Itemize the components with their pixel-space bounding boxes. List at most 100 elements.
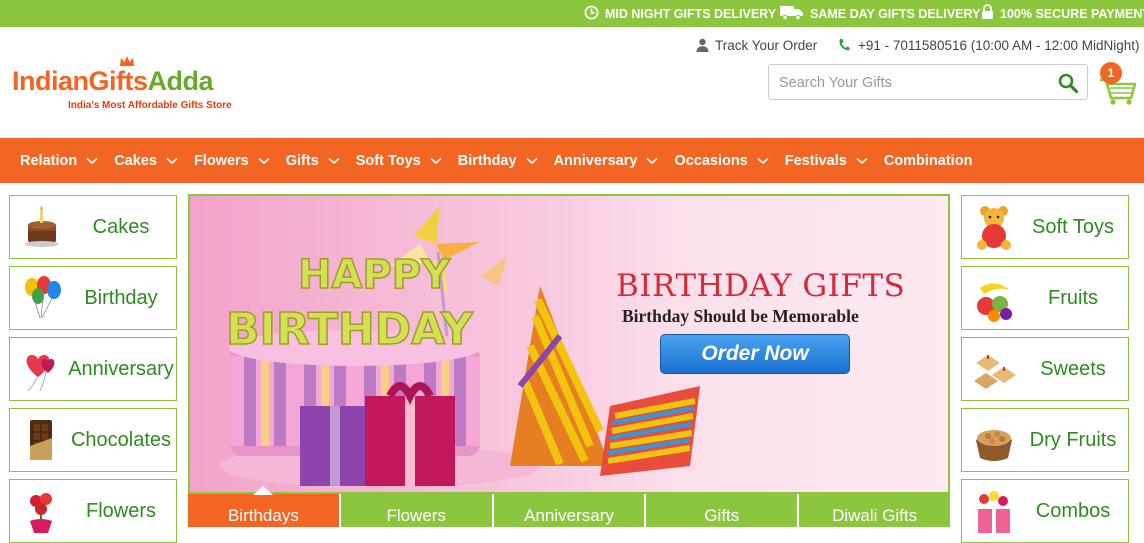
- tab-diwali-gifts[interactable]: Diwali Gifts: [799, 494, 950, 527]
- cart-button[interactable]: 1: [1098, 62, 1138, 106]
- logo-word-adda: Adda: [147, 66, 214, 96]
- nav-label: Anniversary: [553, 152, 638, 169]
- category-label: Combos: [1035, 499, 1111, 522]
- tab-gifts[interactable]: Gifts: [646, 494, 800, 527]
- category-label: Dry Fruits: [1029, 428, 1117, 451]
- nav-item-soft-toys[interactable]: Soft Toys: [356, 153, 442, 169]
- same-day-delivery-info: SAME DAY GIFTS DELIVERY: [780, 0, 980, 27]
- search-box: [768, 64, 1088, 100]
- nav-item-flowers[interactable]: Flowers: [194, 153, 270, 169]
- category-anniversary[interactable]: Anniversary: [9, 337, 177, 401]
- nav-item-anniversary[interactable]: Anniversary: [554, 153, 659, 169]
- chevron-down-icon: [258, 157, 270, 164]
- hero-banner[interactable]: HAPPY BIRTHDAY BIRTHDAY GIFTS Birthday S…: [188, 194, 950, 494]
- birthday-candle-text: BIRTHDAY: [226, 304, 474, 355]
- category-chocolates[interactable]: Chocolates: [9, 408, 177, 472]
- truck-icon: [780, 4, 804, 23]
- category-label: Sweets: [1040, 357, 1106, 380]
- happy-candle-text: HAPPY: [298, 252, 451, 298]
- category-fruits[interactable]: Fruits: [961, 266, 1129, 330]
- sweets-icon: [974, 355, 1016, 389]
- chevron-down-icon: [646, 157, 658, 164]
- fruits-icon: [977, 283, 1012, 322]
- chevron-down-icon: [526, 157, 538, 164]
- nav-label: Birthday: [457, 152, 517, 169]
- category-soft-toys[interactable]: Soft Toys: [961, 195, 1129, 259]
- lock-icon: [981, 4, 994, 23]
- category-label: Anniversary: [68, 357, 174, 380]
- balloons-icon: [25, 276, 61, 319]
- cart-count-badge: 1: [1100, 62, 1122, 84]
- tab-label: Flowers: [386, 506, 446, 525]
- nav-label: Cakes: [114, 152, 157, 169]
- nav-item-occasions[interactable]: Occasions: [674, 152, 769, 169]
- category-label: Fruits: [1048, 286, 1098, 309]
- chevron-down-icon: [757, 157, 769, 164]
- heart-balloons-icon: [26, 355, 55, 392]
- main-nav: Relation Cakes Flowers Gifts Soft Toys B…: [0, 138, 1144, 183]
- category-cakes[interactable]: Cakes: [9, 195, 177, 259]
- clock-icon: [584, 5, 599, 23]
- nav-label: Combination: [883, 152, 973, 169]
- nav-item-relation[interactable]: Relation: [20, 153, 98, 169]
- tab-label: Anniversary: [524, 506, 614, 525]
- nav-item-cakes[interactable]: Cakes: [114, 153, 178, 169]
- banner-subtitle: Birthday Should be Memorable: [622, 306, 859, 326]
- category-combos[interactable]: Combos: [961, 479, 1129, 543]
- category-label: Cakes: [92, 215, 150, 238]
- track-order-label: Track Your Order: [715, 37, 818, 53]
- nav-item-combination[interactable]: Combination: [884, 153, 973, 169]
- teddy-bear-icon: [977, 206, 1011, 250]
- combo-gift-icon: [978, 491, 1010, 533]
- nav-item-birthday[interactable]: Birthday: [458, 153, 538, 169]
- phone-contact[interactable]: +91 - 7011580516 (10:00 AM - 12:00 MidNi…: [838, 36, 1140, 54]
- dry-fruits-icon: [976, 430, 1012, 461]
- phone-number: +91 - 7011580516 (10:00 AM - 12:00 MidNi…: [858, 37, 1140, 53]
- order-now-button[interactable]: Order Now: [660, 334, 850, 374]
- nav-label: Relation: [20, 152, 78, 169]
- cake-icon: [25, 206, 59, 247]
- nav-label: Occasions: [674, 152, 748, 169]
- same-day-delivery-label: SAME DAY GIFTS DELIVERY: [810, 6, 981, 21]
- flowers-icon: [30, 493, 52, 533]
- nav-item-gifts[interactable]: Gifts: [286, 153, 340, 169]
- nav-label: Flowers: [193, 152, 249, 169]
- chocolate-icon: [30, 420, 52, 460]
- site-logo[interactable]: IndianGiftsAdda India's Most Affordable …: [12, 56, 252, 116]
- logo-wordmark: IndianGiftsAdda: [12, 66, 214, 97]
- category-label: Flowers: [85, 499, 156, 522]
- category-label: Soft Toys: [1032, 215, 1114, 238]
- chevron-down-icon: [328, 157, 340, 164]
- logo-tagline: India's Most Affordable Gifts Store: [68, 100, 232, 111]
- track-order-link[interactable]: Track Your Order: [696, 36, 817, 54]
- user-icon: [696, 38, 709, 52]
- nav-label: Gifts: [285, 152, 319, 169]
- nav-label: Soft Toys: [355, 152, 421, 169]
- tab-birthdays[interactable]: Birthdays: [188, 486, 341, 527]
- top-info-bar: MID NIGHT GIFTS DELIVERY SAME DAY GIFTS …: [0, 0, 1144, 27]
- tab-flowers[interactable]: Flowers: [340, 494, 494, 527]
- banner-title: BIRTHDAY GIFTS: [616, 268, 906, 304]
- search-input[interactable]: [779, 73, 1049, 93]
- category-label: Chocolates: [70, 428, 172, 451]
- secure-payment-info: 100% SECURE PAYMENT: [981, 0, 1144, 27]
- midnight-delivery-info: MID NIGHT GIFTS DELIVERY: [584, 0, 776, 27]
- tab-label: Gifts: [704, 506, 740, 525]
- secure-payment-label: 100% SECURE PAYMENT: [1000, 6, 1144, 21]
- category-sweets[interactable]: Sweets: [961, 337, 1129, 401]
- tab-label: Diwali Gifts: [832, 506, 918, 525]
- banner-tabs: Birthdays Flowers Anniversary Gifts Diwa…: [188, 486, 950, 527]
- category-label: Birthday: [84, 286, 158, 309]
- chevron-down-icon: [86, 157, 98, 164]
- phone-icon: [839, 39, 850, 51]
- tab-anniversary[interactable]: Anniversary: [493, 494, 647, 527]
- active-tab-arrow: [253, 486, 274, 495]
- chevron-down-icon: [856, 157, 868, 164]
- category-dry-fruits[interactable]: Dry Fruits: [961, 408, 1129, 472]
- category-flowers[interactable]: Flowers: [9, 479, 177, 543]
- nav-item-festivals[interactable]: Festivals: [785, 153, 868, 169]
- category-birthday[interactable]: Birthday: [9, 266, 177, 330]
- logo-word-indian: Indian: [12, 66, 89, 96]
- crown-icon: [120, 56, 134, 66]
- search-icon[interactable]: [1057, 72, 1079, 94]
